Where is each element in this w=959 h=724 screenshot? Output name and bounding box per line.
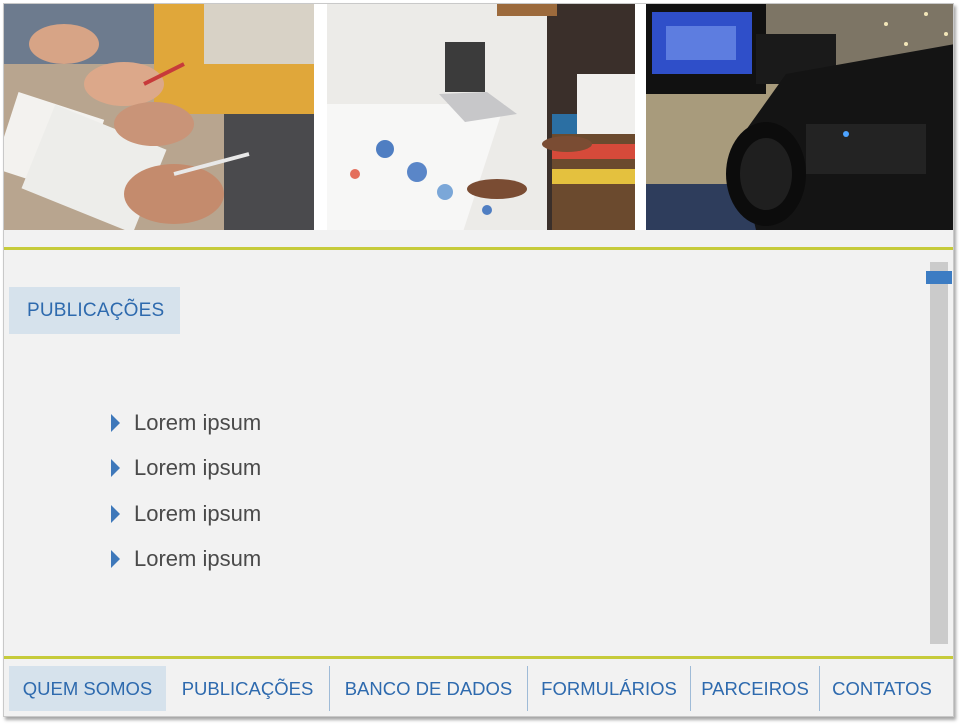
triangle-bullet-icon [111,459,120,478]
nav-item-formularios[interactable]: FORMULÁRIOS [528,666,690,711]
triangle-bullet-icon [111,504,120,523]
list-item[interactable]: Lorem ipsum [111,400,261,446]
video-camera-photo [646,4,953,230]
nav-item-quem-somos[interactable]: QUEM SOMOS [9,666,166,711]
scrollbar-track[interactable] [930,262,948,644]
list-item-label: Lorem ipsum [134,455,262,481]
accent-divider-bottom [4,656,953,659]
nav-item-banco-de-dados[interactable]: BANCO DE DADOS [330,666,527,711]
scrollbar-thumb[interactable] [926,271,952,284]
nav-item-contatos[interactable]: CONTATOS [820,666,944,711]
hero-banner [4,4,953,230]
bottom-navigation: QUEM SOMOS PUBLICAÇÕES BANCO DE DADOS FO… [9,666,944,711]
list-item-label: Lorem ipsum [134,409,262,435]
publications-list: Lorem ipsum Lorem ipsum Lorem ipsum Lore… [111,400,261,582]
nav-item-publicacoes[interactable]: PUBLICAÇÕES [166,666,329,711]
app-frame: PUBLICAÇÕES Lorem ipsum Lorem ipsum Lore… [3,3,954,717]
list-item-label: Lorem ipsum [134,546,262,572]
list-item[interactable]: Lorem ipsum [111,446,261,492]
laptop-charts-photo [327,4,635,230]
section-title-tab: PUBLICAÇÕES [9,287,180,334]
list-item[interactable]: Lorem ipsum [111,537,261,583]
triangle-bullet-icon [111,550,120,569]
list-item-label: Lorem ipsum [134,500,262,526]
triangle-bullet-icon [111,413,120,432]
section-title: PUBLICAÇÕES [27,299,165,321]
accent-divider-top [4,247,953,250]
nav-item-parceiros[interactable]: PARCEIROS [691,666,819,711]
meeting-notes-photo [4,4,314,230]
list-item[interactable]: Lorem ipsum [111,491,261,537]
